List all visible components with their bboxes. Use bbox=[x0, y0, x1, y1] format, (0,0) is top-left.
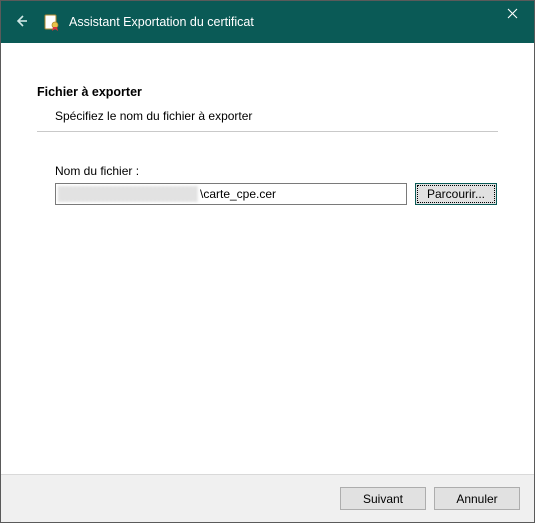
page-heading: Fichier à exporter bbox=[37, 85, 498, 99]
certificate-icon bbox=[43, 13, 61, 31]
filename-input[interactable] bbox=[56, 187, 406, 201]
next-button[interactable]: Suivant bbox=[340, 487, 426, 510]
close-button[interactable] bbox=[490, 1, 534, 29]
filename-block: Nom du fichier : Parcourir... bbox=[37, 164, 498, 205]
page-subheading: Spécifiez le nom du fichier à exporter bbox=[37, 109, 498, 123]
filename-label: Nom du fichier : bbox=[55, 164, 498, 178]
cancel-button[interactable]: Annuler bbox=[434, 487, 520, 510]
wizard-content: Fichier à exporter Spécifiez le nom du f… bbox=[1, 43, 534, 474]
wizard-footer: Suivant Annuler bbox=[1, 474, 534, 522]
window-title: Assistant Exportation du certificat bbox=[69, 15, 254, 29]
titlebar: Assistant Exportation du certificat bbox=[1, 1, 534, 43]
close-icon bbox=[507, 8, 518, 22]
arrow-left-icon bbox=[13, 13, 29, 32]
divider bbox=[37, 131, 498, 132]
filename-input-wrap bbox=[55, 183, 407, 205]
wizard-window: Assistant Exportation du certificat Fich… bbox=[0, 0, 535, 523]
browse-button[interactable]: Parcourir... bbox=[415, 183, 497, 205]
back-button[interactable] bbox=[9, 10, 33, 34]
